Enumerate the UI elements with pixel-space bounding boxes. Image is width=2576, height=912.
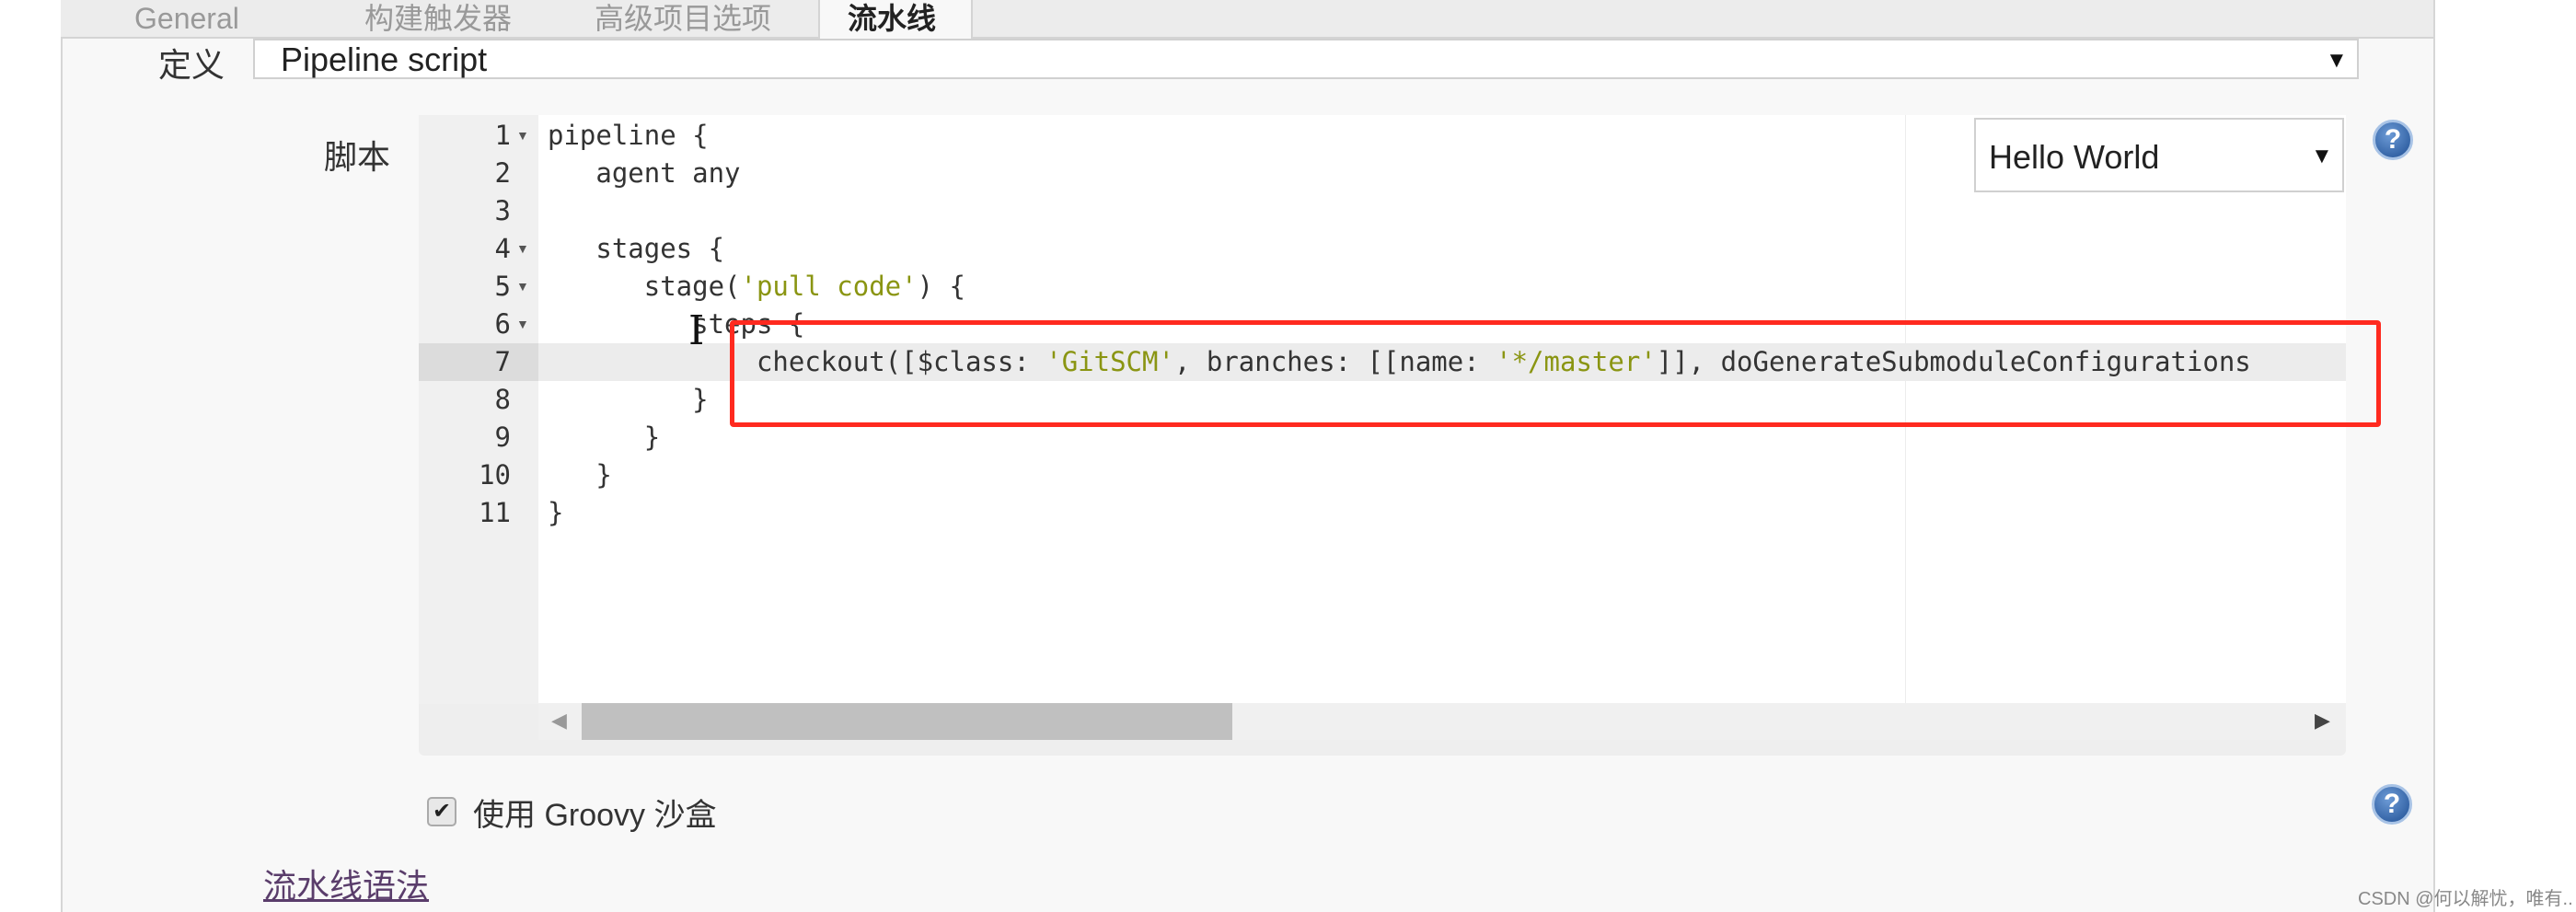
code-line: } [548,494,563,532]
tab-advanced-options[interactable]: 高级项目选项 [595,0,815,37]
template-select-value: Hello World [1989,138,2160,176]
code-line: stage('pull code') { [548,268,965,306]
tab-general[interactable]: General [134,0,300,37]
definition-value: Pipeline script [281,40,488,78]
chevron-down-icon: ▼ [2326,48,2348,73]
code-text: stages { [548,233,725,264]
code-string: 'pull code' [740,271,918,302]
line-number: 8 [494,384,511,415]
line-number: 11 [479,497,511,528]
horizontal-scrollbar[interactable]: ◀ ▶ [538,703,2346,740]
watermark: CSDN @何以解忧，唯有.. [2358,889,2573,909]
definition-select[interactable]: Pipeline script ▼ [253,39,2359,79]
code-text: agent any [548,157,741,189]
line-number: 3 [494,195,511,226]
sandbox-label: 使用 Groovy 沙盒 [473,798,717,833]
line-number: 7 [494,346,511,377]
code-text: } [548,384,709,415]
fold-arrow-icon[interactable]: ▼ [516,317,529,331]
code-text: ) { [917,271,965,302]
script-label: 脚本 [324,138,391,176]
sandbox-checkbox[interactable]: ✔ [427,797,456,826]
line-number: 4 [494,233,511,264]
code-text: pipeline { [548,120,709,151]
line-number: 9 [494,421,511,453]
script-editor[interactable]: 1 ▼ pipeline { 2 agent any 3 4 ▼ stages { 5 ▼ st… [419,115,2346,756]
definition-label: 定义 [158,46,225,84]
scrollbar-thumb[interactable] [582,703,1232,740]
fold-arrow-icon[interactable]: ▼ [516,241,529,256]
line-number: 5 [494,271,511,302]
fold-arrow-icon[interactable]: ▼ [516,128,529,143]
code-text: } [548,459,612,491]
scroll-left-icon[interactable]: ◀ [551,709,567,733]
code-text: } [548,421,661,453]
highlight-annotation-box [730,320,2381,427]
line-number: 1 [494,120,511,151]
help-icon[interactable]: ? [2372,784,2412,825]
fold-arrow-icon[interactable]: ▼ [516,279,529,294]
template-select[interactable]: Hello World ▼ [1974,118,2344,192]
code-text: stage( [548,271,741,302]
pipeline-syntax-link[interactable]: 流水线语法 [263,860,429,907]
line-number: 10 [479,459,511,491]
code-line: agent any [548,155,741,192]
code-line: } [548,419,660,456]
help-icon[interactable]: ? [2373,120,2413,160]
chevron-down-icon: ▼ [2311,144,2333,168]
tab-pipeline[interactable]: 流水线 [818,0,973,39]
tab-bar: General 构建触发器 高级项目选项 流水线 [61,0,2433,39]
code-line: } [548,456,612,494]
code-text: } [548,497,564,528]
line-number: 2 [494,157,511,189]
code-line: pipeline { [548,117,709,155]
line-number: 6 [494,308,511,340]
code-line: stages { [548,230,724,268]
tab-build-triggers[interactable]: 构建触发器 [364,0,549,37]
text-cursor-icon: I [688,307,705,354]
code-line: } [548,381,709,419]
scroll-right-icon[interactable]: ▶ [2315,709,2330,733]
